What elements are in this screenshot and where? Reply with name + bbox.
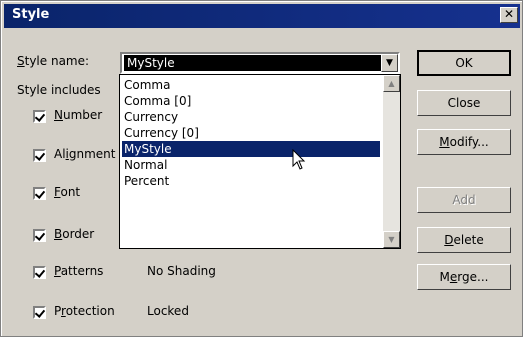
list-item[interactable]: Percent — [122, 173, 380, 189]
list-item-selected[interactable]: MyStyle — [122, 141, 380, 157]
protection-label: Protection — [54, 304, 115, 318]
ok-button[interactable]: OK — [417, 50, 511, 76]
alignment-checkbox[interactable] — [33, 149, 46, 162]
scroll-down-icon[interactable]: ▼ — [383, 231, 400, 248]
add-button[interactable]: Add — [417, 187, 511, 213]
patterns-value: No Shading — [147, 264, 216, 278]
modify-button[interactable]: Modify... — [417, 129, 511, 155]
scroll-up-icon[interactable]: ▲ — [383, 75, 400, 92]
number-label: Number — [54, 108, 103, 122]
style-includes-label: Style includes — [17, 83, 101, 97]
close-icon[interactable]: ✕ — [500, 7, 518, 23]
style-name-value[interactable]: MyStyle — [124, 55, 382, 71]
patterns-label: Patterns — [54, 264, 104, 278]
style-name-label-rest: tyle name: — [24, 54, 90, 68]
font-checkbox[interactable] — [33, 187, 46, 200]
chevron-down-icon[interactable]: ▼ — [381, 54, 398, 72]
list-item[interactable]: Comma — [122, 77, 380, 93]
style-name-label: Style name: — [17, 54, 90, 68]
mouse-pointer-icon — [292, 149, 306, 170]
style-dropdown-list[interactable]: Comma Comma [0] Currency Currency [0] My… — [119, 74, 401, 249]
patterns-checkbox[interactable] — [33, 266, 46, 279]
border-label: Border — [54, 227, 95, 241]
protection-checkbox[interactable] — [33, 306, 46, 319]
close-button[interactable]: Close — [417, 90, 511, 116]
dialog-title: Style — [12, 7, 50, 22]
number-checkbox[interactable] — [33, 110, 46, 123]
style-name-combobox[interactable]: MyStyle ▼ — [120, 52, 400, 74]
protection-value: Locked — [147, 304, 189, 318]
list-item[interactable]: Currency [0] — [122, 125, 380, 141]
list-item[interactable]: Normal — [122, 157, 380, 173]
list-item[interactable]: Currency — [122, 109, 380, 125]
vertical-scrollbar[interactable]: ▲ ▼ — [383, 75, 400, 248]
border-checkbox[interactable] — [33, 229, 46, 242]
title-bar[interactable]: Style ✕ — [4, 4, 520, 28]
merge-button[interactable]: Merge... — [417, 264, 511, 290]
alignment-label: Alignment — [54, 147, 116, 161]
font-label: Font — [54, 185, 81, 199]
list-item[interactable]: Comma [0] — [122, 93, 380, 109]
style-dialog: Style ✕ Style name: Style includes Numbe… — [0, 0, 523, 337]
delete-button[interactable]: Delete — [417, 227, 511, 253]
